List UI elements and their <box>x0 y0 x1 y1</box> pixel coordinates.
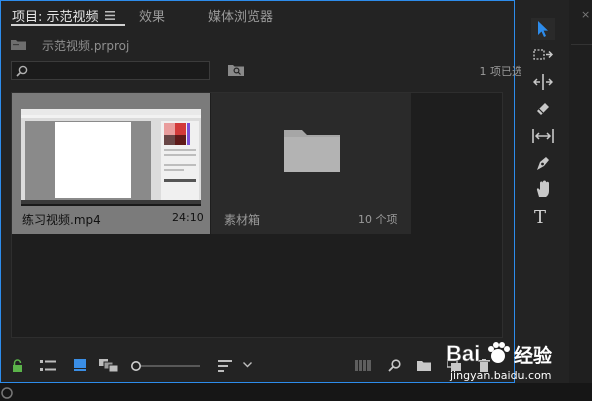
right-panel-divider <box>571 44 592 45</box>
search-icon <box>16 65 28 77</box>
bin-name: 素材箱 <box>224 213 261 227</box>
chevron-down-icon[interactable] <box>243 362 252 368</box>
new-bin-icon[interactable] <box>417 360 431 371</box>
clip-name: 练习视频.mp4 <box>22 213 101 227</box>
tab-effects[interactable]: 效果 <box>139 6 165 25</box>
clip-thumbnail-image <box>21 109 201 204</box>
project-filename: 示范视频.prproj <box>42 39 130 53</box>
razor-icon[interactable] <box>535 101 551 117</box>
zoom-slider[interactable] <box>130 360 202 372</box>
hamburger-icon[interactable] <box>105 11 115 20</box>
slip-icon[interactable] <box>531 128 555 144</box>
tab-project[interactable]: 项目: 示范视频 <box>12 6 99 25</box>
selection-arrow-icon[interactable] <box>537 20 549 38</box>
list-view-icon[interactable] <box>40 360 56 371</box>
folder-icon <box>11 40 26 50</box>
tab-media-browser[interactable]: 媒体浏览器 <box>208 6 273 25</box>
search-input[interactable] <box>11 61 210 80</box>
watermark-url: jingyan.baidu.com <box>450 369 552 382</box>
icon-view-icon[interactable] <box>74 359 86 371</box>
close-icon[interactable]: × <box>581 8 590 21</box>
hand-icon[interactable] <box>535 180 551 198</box>
bin-item-count: 10 个项 <box>358 213 398 226</box>
status-icon <box>1 387 13 399</box>
clip-progress-line <box>21 204 201 206</box>
watermark-brand2: 经验 <box>514 345 553 367</box>
pen-icon[interactable] <box>535 154 551 172</box>
ripple-edit-icon[interactable] <box>533 74 553 90</box>
find-icon[interactable] <box>388 359 401 372</box>
watermark: Bai 经验 jingyan.baidu.com <box>446 337 586 387</box>
track-select-icon[interactable] <box>533 48 553 62</box>
sort-icon[interactable] <box>218 360 232 372</box>
automate-to-sequence-icon[interactable] <box>355 360 371 371</box>
lock-icon[interactable] <box>12 359 23 372</box>
active-tab-underline <box>11 24 125 26</box>
svg-text:Bai: Bai <box>446 341 480 366</box>
clip-duration: 24:10 <box>172 211 204 224</box>
clip-thumbnail <box>21 109 201 204</box>
new-search-bin-icon[interactable] <box>228 63 244 76</box>
bin-folder-icon <box>284 130 340 172</box>
type-icon[interactable]: T <box>534 207 546 228</box>
right-panel-edge <box>569 0 592 383</box>
freeform-view-icon[interactable] <box>99 359 119 372</box>
